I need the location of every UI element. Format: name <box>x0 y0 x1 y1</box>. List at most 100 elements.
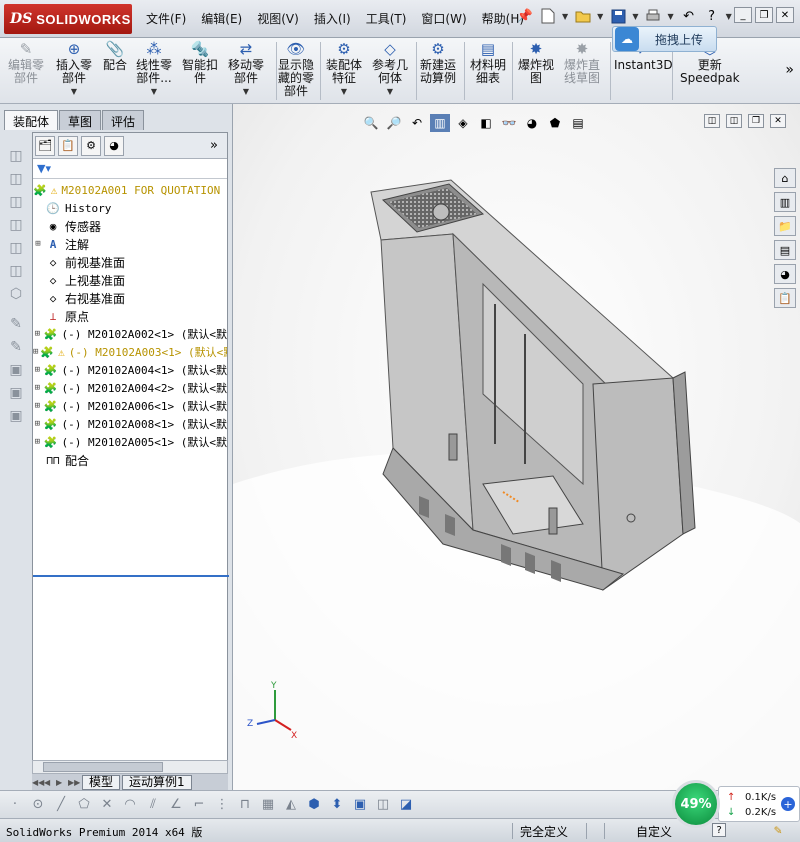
trim-icon[interactable]: ✕ <box>98 795 116 813</box>
expand-icon[interactable]: ⊞ <box>33 401 42 411</box>
menu-item[interactable]: 视图(V) <box>257 10 299 27</box>
tree-item[interactable]: ⊞ A 注解 <box>33 235 227 253</box>
scrollbar-thumb[interactable] <box>43 762 163 772</box>
box-icon[interactable]: ◫ <box>6 146 26 166</box>
dropdown-arrow-icon[interactable]: ▼ <box>151 85 157 98</box>
tree-item[interactable]: ⊞ 🧩 (-) M20102A004<1> (默认<默 <box>33 361 227 379</box>
horizontal-scrollbar[interactable] <box>32 760 228 774</box>
dropdown-arrow-icon[interactable]: ▼ <box>341 85 347 98</box>
component-icon[interactable]: ▣ <box>6 360 26 380</box>
box-icon[interactable]: ◫ <box>6 192 26 212</box>
tab-2[interactable]: 评估 <box>102 110 145 130</box>
command-new-motion-study-button[interactable]: ⚙ 新建运 动算例 <box>420 40 456 85</box>
pen-icon[interactable]: ✎ <box>774 823 782 838</box>
shaded-view-icon[interactable]: ◪ <box>397 795 415 813</box>
box-icon[interactable]: ◫ <box>6 169 26 189</box>
command-edit-component-button[interactable]: ✎ 编辑零 部件 <box>8 40 44 85</box>
dimension-icon[interactable]: ⊓ <box>236 795 254 813</box>
component-icon[interactable]: ▣ <box>6 406 26 426</box>
plus-icon[interactable]: + <box>781 797 795 811</box>
new-document-icon[interactable] <box>539 7 557 25</box>
command-move-component-button[interactable]: ⇄ 移动零 部件 ▼ <box>228 40 264 98</box>
grid-icon[interactable]: ⋮ <box>213 795 231 813</box>
command-explode-line-sketch-button[interactable]: ✸ 爆炸直 线草图 <box>564 40 600 85</box>
tree-root[interactable]: 🧩 ⚠ M20102A001 FOR QUOTATION 20 <box>33 181 227 199</box>
next-tab-icon[interactable]: ▶ <box>56 778 68 787</box>
sketch-icon[interactable]: ✎ <box>6 337 26 357</box>
command-insert-component-button[interactable]: ⊕ 插入零 部件 ▼ <box>56 40 92 98</box>
appearances-icon[interactable]: ◕ <box>774 264 796 284</box>
previous-view-icon[interactable]: ↶ <box>407 114 427 132</box>
restore-icon[interactable]: ❐ <box>755 7 773 23</box>
expand-icon[interactable]: ⊞ <box>33 347 38 357</box>
first-tab-icon[interactable]: ◀◀ <box>32 778 44 787</box>
print-dropdown-arrow[interactable]: ▼ <box>667 12 673 21</box>
expand-icon[interactable]: ⊞ <box>33 329 42 339</box>
view-orientation-icon[interactable]: ◈ <box>453 114 473 132</box>
arc-icon[interactable]: ◠ <box>121 795 139 813</box>
network-stats[interactable]: ↑ 0.1K/s ↓ 0.2K/s + <box>718 786 800 822</box>
network-speed-ball[interactable]: 49% <box>672 780 720 828</box>
last-tab-icon[interactable]: ▶▶ <box>68 778 80 787</box>
command-show-hidden-button[interactable]: 👁 显示隐 藏的零 部件 <box>278 40 314 98</box>
file-explorer-icon[interactable]: 📁 <box>774 216 796 236</box>
save-dropdown-arrow[interactable]: ▼ <box>632 12 638 21</box>
command-exploded-view-button[interactable]: ✸ 爆炸视 图 <box>518 40 554 85</box>
undo-icon[interactable]: ↶ <box>680 7 698 25</box>
tree-item[interactable]: ⊞ 🧩 (-) M20102A008<1> (默认<默 <box>33 415 227 433</box>
tree-item[interactable]: ⊞ 🧩 (-) M20102A002<1> (默认<默 <box>33 325 227 343</box>
rollback-bar[interactable] <box>33 575 229 577</box>
menu-item[interactable]: 工具(T) <box>366 10 407 27</box>
command-reference-geometry-button[interactable]: ◇ 参考几 何体 ▼ <box>372 40 408 98</box>
zoom-to-area-icon[interactable]: 🔎 <box>384 114 404 132</box>
section-view-icon[interactable]: ▥ <box>430 114 450 132</box>
upload-tooltip[interactable]: ☁ 拖拽上传 <box>612 26 717 52</box>
design-library-icon[interactable]: ▥ <box>774 192 796 212</box>
tree-item[interactable]: ⊞ 🧩 ⚠ (-) M20102A003<1> (默认<默 <box>33 343 227 361</box>
box-view-icon[interactable]: ◫ <box>374 795 392 813</box>
tile-icon[interactable]: ◫ <box>704 114 720 128</box>
tree-item[interactable]: ⊞ 🧩 (-) M20102A005<1> (默认<默 <box>33 433 227 451</box>
bottom-tab-0[interactable]: 模型 <box>82 774 121 790</box>
expand-icon[interactable]: ⊞ <box>33 239 43 249</box>
view-settings-icon[interactable]: ▤ <box>568 114 588 132</box>
graphics-area[interactable]: 🔍 🔎 ↶ ▥ ◈ ◧ 👓 ◕ ⬟ ▤ ◫ ◫ ❐ ✕ ⌂ ▥ 📁 ▤ ◕ 📋 … <box>232 104 800 790</box>
zoom-to-fit-icon[interactable]: 🔍 <box>361 114 381 132</box>
minimize-icon[interactable]: _ <box>734 7 752 23</box>
status-help-icon[interactable]: ? <box>712 823 726 837</box>
camera-icon[interactable]: ▣ <box>351 795 369 813</box>
hide-show-items-icon[interactable]: 👓 <box>499 114 519 132</box>
apply-scene-icon[interactable]: ⬟ <box>545 114 565 132</box>
tree-item[interactable]: ⊓⊓ 配合 <box>33 451 227 469</box>
expand-icon[interactable]: ⊞ <box>33 365 42 375</box>
new-dropdown-arrow[interactable]: ▼ <box>562 12 568 21</box>
property-manager-icon[interactable]: 📋 <box>58 135 78 156</box>
tree-item[interactable]: ◇ 前视基准面 <box>33 253 227 271</box>
corner-icon[interactable]: ⌐ <box>190 795 208 813</box>
dropdown-arrow-icon[interactable]: ▼ <box>387 85 393 98</box>
pin-icon[interactable]: 📌 <box>516 7 534 25</box>
solidworks-resources-icon[interactable]: ⌂ <box>774 168 796 188</box>
expand-icon[interactable]: ⊞ <box>33 419 42 429</box>
menu-item[interactable]: 文件(F) <box>146 10 186 27</box>
relation-icon[interactable]: ◭ <box>282 795 300 813</box>
cube-icon[interactable]: ⬢ <box>305 795 323 813</box>
viewport-close-icon[interactable]: ✕ <box>770 114 786 128</box>
polygon-icon[interactable]: ⬠ <box>75 795 93 813</box>
box-icon[interactable]: ⬡ <box>6 284 26 304</box>
tree-item[interactable]: ⊥ 原点 <box>33 307 227 325</box>
open-folder-icon[interactable] <box>574 7 592 25</box>
box-icon[interactable]: ◫ <box>6 238 26 258</box>
configuration-manager-icon[interactable]: ⚙ <box>81 135 101 156</box>
hatch-icon[interactable]: ▦ <box>259 795 277 813</box>
open-dropdown-arrow[interactable]: ▼ <box>597 12 603 21</box>
solidworks-logo[interactable]: DS SOLIDWORKS <box>4 4 132 34</box>
command-assembly-features-button[interactable]: ⚙ 装配体 特征 ▼ <box>326 40 362 98</box>
line-icon[interactable]: ╱ <box>52 795 70 813</box>
circle-icon[interactable]: ⊙ <box>29 795 47 813</box>
command-smart-fasteners-button[interactable]: 🔩 智能扣 件 <box>182 40 218 85</box>
viewport-restore-icon[interactable]: ❐ <box>748 114 764 128</box>
sketch-icon[interactable]: ✎ <box>6 314 26 334</box>
close-icon[interactable]: ✕ <box>776 7 794 23</box>
status-custom[interactable]: 自定义 <box>636 823 672 840</box>
